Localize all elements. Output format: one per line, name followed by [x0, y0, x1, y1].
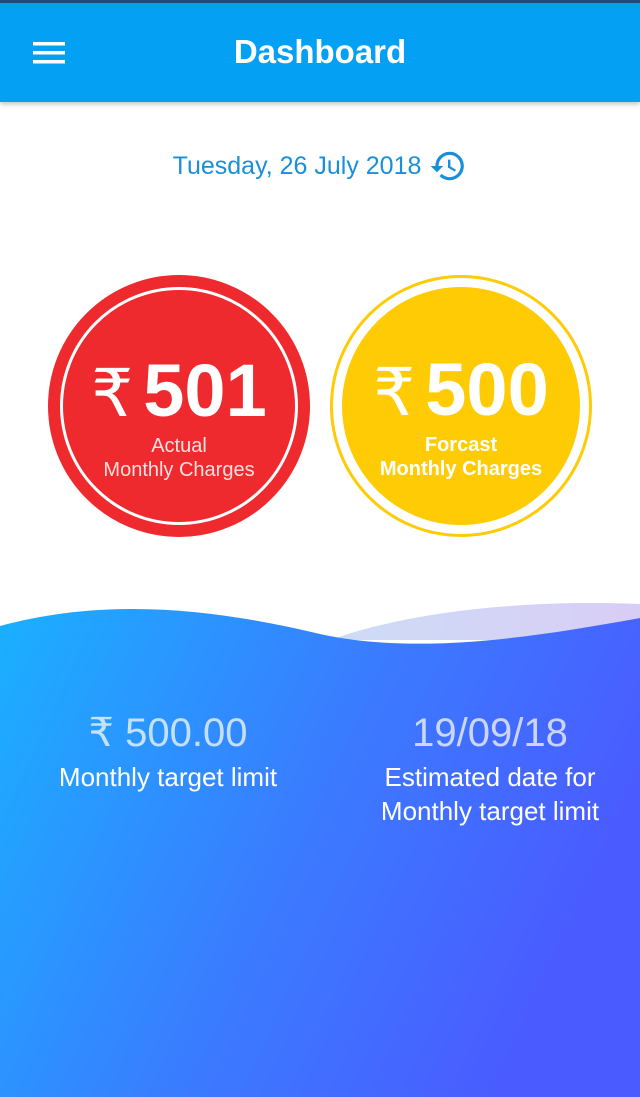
actual-amount: ₹501 — [52, 351, 306, 433]
actual-charges-card[interactable]: ₹501 Actual Monthly Charges — [48, 275, 310, 537]
actual-amount-value: 501 — [143, 349, 267, 432]
forecast-amount-value: 500 — [425, 348, 549, 431]
stats-panel — [0, 600, 640, 1097]
estimated-date-label: Estimated date for Monthly target limit — [340, 760, 640, 828]
rupee-symbol: ₹ — [91, 356, 134, 430]
estimated-label-line1: Estimated date for — [384, 762, 596, 792]
actual-label: Actual Monthly Charges — [52, 434, 306, 482]
rupee-symbol: ₹ — [373, 355, 416, 429]
forecast-charges-card[interactable]: ₹500 Forcast Monthly Charges — [330, 275, 592, 537]
date-row: Tuesday, 26 July 2018 — [0, 146, 640, 186]
history-icon[interactable] — [429, 147, 467, 185]
forecast-label-line1: Forcast — [424, 434, 498, 456]
app-bar: Dashboard — [0, 0, 640, 102]
actual-label-line2: Monthly Charges — [103, 459, 255, 481]
forecast-amount: ₹500 — [333, 350, 589, 432]
wave-background — [0, 603, 640, 1097]
estimated-date-value: 19/09/18 — [412, 711, 568, 755]
forecast-label: Forcast Monthly Charges — [333, 433, 589, 481]
estimated-label-line2: Monthly target limit — [380, 796, 600, 826]
target-limit-stat: ₹ 500.00 Monthly target limit — [0, 708, 336, 794]
current-date: Tuesday, 26 July 2018 — [172, 151, 422, 180]
forecast-label-line2: Monthly Charges — [379, 458, 543, 480]
estimated-date-stat: 19/09/18 Estimated date for Monthly targ… — [340, 708, 640, 828]
target-limit-value: ₹ 500.00 — [88, 711, 248, 755]
actual-label-line1: Actual — [151, 435, 207, 457]
target-limit-label: Monthly target limit — [58, 762, 278, 792]
page-title: Dashboard — [233, 33, 407, 70]
